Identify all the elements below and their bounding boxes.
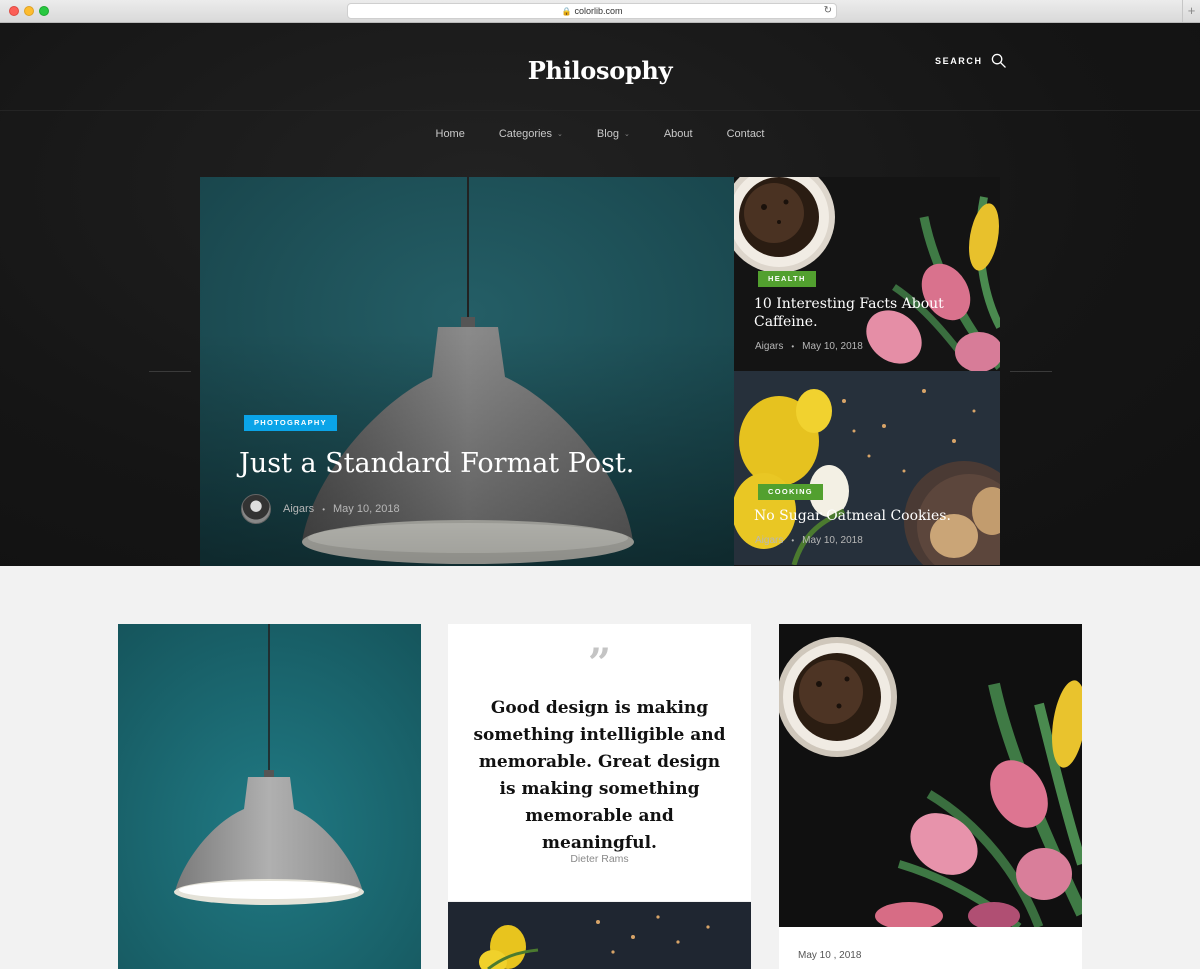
featured-post-side[interactable]: HEALTH 10 Interesting Facts About Caffei… <box>734 177 1000 371</box>
coffee-tulips-image <box>779 624 1082 927</box>
post-title[interactable]: 10 Interesting Facts About Caffeine. <box>754 295 954 331</box>
quote-card[interactable]: ” Good design is making something intell… <box>448 624 751 969</box>
new-tab-button[interactable]: + <box>1182 0 1200 22</box>
chevron-down-icon: ⌄ <box>557 131 563 138</box>
nav-item-label: About <box>663 128 693 140</box>
nav-item-label: Categories <box>498 128 553 140</box>
post-title[interactable]: No Sugar Oatmeal Cookies. <box>754 507 994 525</box>
site-logo[interactable]: Philosophy <box>0 56 1200 85</box>
nav-item-blog[interactable]: Blog ⌄ <box>580 128 647 140</box>
meta-separator: • <box>322 504 325 514</box>
nav-item-label: Contact <box>726 128 765 140</box>
post-date: May 10, 2018 <box>333 503 400 515</box>
search-toggle[interactable]: SEARCH <box>935 53 1006 68</box>
address-bar[interactable]: 🔒 colorlib.com ↻ <box>347 3 837 19</box>
nav-item-label: Blog <box>596 128 619 140</box>
zoom-window-button[interactable] <box>39 6 49 16</box>
nav-item-home[interactable]: Home <box>419 128 482 140</box>
reload-icon[interactable]: ↻ <box>824 4 832 18</box>
address-bar-url: colorlib.com <box>574 6 623 16</box>
featured-post-main[interactable]: PHOTOGRAPHY Just a Standard Format Post.… <box>200 177 734 566</box>
post-thumbnail <box>779 624 1082 927</box>
next-post-card[interactable] <box>448 902 751 969</box>
category-badge[interactable]: PHOTOGRAPHY <box>244 415 337 431</box>
close-window-button[interactable] <box>9 6 19 16</box>
main-nav: Home Categories ⌄ Blog ⌄ About Contact <box>0 128 1200 140</box>
category-badge[interactable]: COOKING <box>758 484 823 500</box>
meta-separator: • <box>791 536 795 545</box>
post-card[interactable]: May 10 , 2018 <box>779 624 1082 969</box>
posts-grid: ” Good design is making something intell… <box>0 566 1200 969</box>
post-meta: Aigars • May 10, 2018 <box>241 494 400 524</box>
quote-icon: ” <box>587 640 611 687</box>
slider-decor-right <box>1010 371 1052 372</box>
post-meta: Aigars • May 10, 2018 <box>755 341 863 352</box>
slider-decor-left <box>149 371 191 372</box>
search-label: SEARCH <box>935 55 983 66</box>
nav-item-about[interactable]: About <box>647 128 710 140</box>
post-meta: Aigars • May 10, 2018 <box>755 535 863 546</box>
author-name[interactable]: Aigars <box>755 341 783 352</box>
site-header: Philosophy SEARCH Home Categories ⌄ Blog ⌄… <box>0 23 1200 566</box>
category-badge[interactable]: HEALTH <box>758 271 816 287</box>
post-date: May 10, 2018 <box>802 341 863 352</box>
header-divider <box>0 110 1200 111</box>
nav-item-categories[interactable]: Categories ⌄ <box>482 128 580 140</box>
quote-text: Good design is making something intellig… <box>473 698 726 853</box>
lock-icon: 🔒 <box>561 7 572 16</box>
featured-post-side[interactable]: COOKING No Sugar Oatmeal Cookies. Aigars… <box>734 371 1000 565</box>
chevron-down-icon: ⌄ <box>623 131 630 138</box>
post-date: May 10, 2018 <box>802 535 863 546</box>
author-name[interactable]: Aigars <box>755 535 783 546</box>
minimize-window-button[interactable] <box>24 6 34 16</box>
nav-item-label: Home <box>435 128 465 140</box>
post-card[interactable] <box>118 624 421 969</box>
nav-item-contact[interactable]: Contact <box>710 128 782 140</box>
author-avatar <box>241 494 271 524</box>
post-date: May 10 , 2018 <box>798 950 862 961</box>
lamp-image <box>118 624 421 969</box>
post-title[interactable]: Just a Standard Format Post. <box>239 448 634 479</box>
browser-toolbar: 🔒 colorlib.com ↻ + <box>0 0 1200 23</box>
quote-author: Dieter Rams <box>570 853 629 865</box>
cookies-flowers-image <box>448 902 751 969</box>
search-icon <box>991 53 1006 68</box>
quote-box: ” Good design is making something intell… <box>448 624 751 901</box>
author-name[interactable]: Aigars <box>283 503 314 515</box>
meta-separator: • <box>791 342 795 351</box>
